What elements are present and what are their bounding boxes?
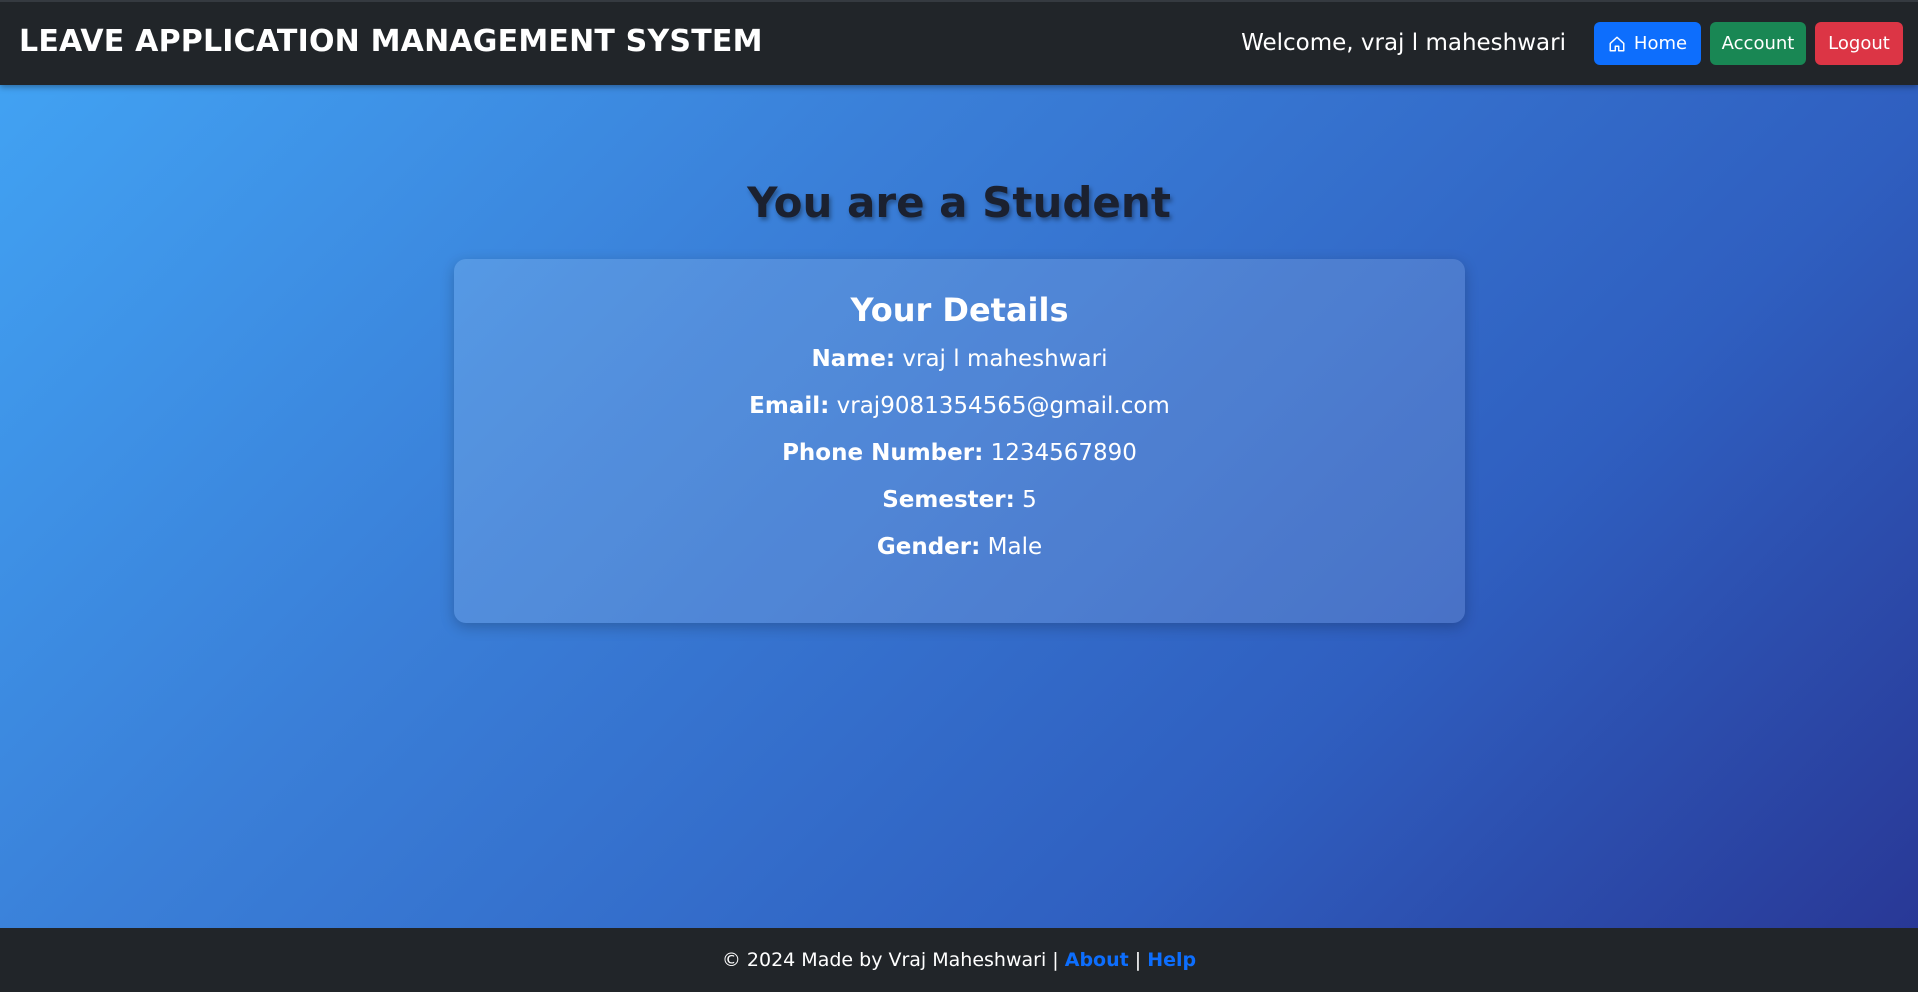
detail-label: Phone Number: — [782, 440, 984, 466]
footer-separator: | — [1134, 949, 1142, 971]
copyright-text: © 2024 Made by Vraj Maheshwari — [721, 949, 1047, 971]
detail-label: Semester: — [882, 487, 1015, 513]
nav-buttons: Home Account Logout — [1594, 22, 1903, 65]
detail-value: 1234567890 — [990, 440, 1137, 466]
detail-value: vraj l maheshwari — [902, 346, 1108, 372]
home-button[interactable]: Home — [1594, 22, 1701, 65]
app-title: LEAVE APPLICATION MANAGEMENT SYSTEM — [19, 24, 763, 59]
detail-row-name: Name: vraj l maheshwari — [454, 343, 1465, 376]
footer: © 2024 Made by Vraj Maheshwari | About |… — [0, 928, 1918, 992]
detail-label: Email: — [749, 393, 830, 419]
navbar: LEAVE APPLICATION MANAGEMENT SYSTEM Welc… — [0, 0, 1918, 85]
card-title: Your Details — [850, 291, 1069, 329]
account-button[interactable]: Account — [1710, 22, 1806, 65]
detail-row-email: Email: vraj9081354565@gmail.com — [454, 390, 1465, 423]
detail-label: Gender: — [876, 534, 981, 560]
detail-value: vraj9081354565@gmail.com — [836, 393, 1170, 419]
logout-button[interactable]: Logout — [1815, 22, 1903, 65]
detail-label: Name: — [811, 346, 896, 372]
home-button-label: Home — [1633, 33, 1688, 54]
account-button-label: Account — [1721, 33, 1795, 54]
detail-row-gender: Gender: Male — [454, 531, 1465, 564]
logout-button-label: Logout — [1828, 33, 1890, 54]
detail-row-semester: Semester: 5 — [454, 484, 1465, 517]
detail-value: Male — [987, 534, 1043, 560]
about-link[interactable]: About — [1065, 949, 1129, 971]
footer-separator: | — [1052, 949, 1059, 971]
detail-row-phone: Phone Number: 1234567890 — [454, 437, 1465, 470]
help-link[interactable]: Help — [1147, 949, 1196, 971]
home-icon — [1609, 36, 1625, 51]
welcome-text: Welcome, vraj l maheshwari — [1241, 30, 1566, 56]
details-card: Your Details Name: vraj l maheshwari Ema… — [454, 259, 1465, 623]
detail-value: 5 — [1022, 487, 1037, 513]
page-title: You are a Student — [747, 178, 1171, 227]
